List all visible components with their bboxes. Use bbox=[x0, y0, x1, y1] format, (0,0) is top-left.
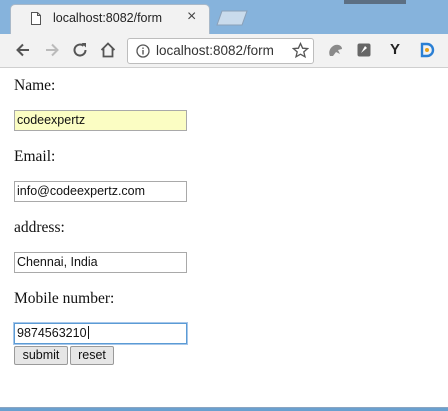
star-icon[interactable] bbox=[292, 42, 309, 59]
info-icon[interactable] bbox=[136, 44, 150, 58]
forward-icon[interactable] bbox=[43, 41, 61, 59]
window-control-strip bbox=[344, 0, 406, 4]
new-tab-button[interactable] bbox=[216, 10, 248, 26]
address-bar[interactable]: localhost:8082/form bbox=[127, 38, 314, 64]
page-content: Name: codeexpertz Email: info@codeexpert… bbox=[0, 68, 448, 407]
address-input[interactable]: Chennai, India bbox=[14, 252, 187, 273]
close-icon[interactable]: × bbox=[187, 9, 196, 25]
extension-icon[interactable] bbox=[356, 42, 372, 58]
url-text: localhost:8082/form bbox=[156, 43, 274, 58]
name-input[interactable]: codeexpertz bbox=[14, 110, 187, 131]
title-bar: localhost:8082/form × bbox=[0, 0, 448, 34]
email-label: Email: bbox=[14, 148, 56, 165]
address-label: address: bbox=[14, 219, 65, 236]
back-icon[interactable] bbox=[14, 41, 32, 59]
browser-tab[interactable]: localhost:8082/form × bbox=[10, 4, 210, 34]
email-input[interactable]: info@codeexpertz.com bbox=[14, 181, 187, 202]
extension-icon[interactable] bbox=[327, 42, 343, 58]
extension-y-icon[interactable]: Y bbox=[390, 41, 400, 58]
mobile-value: 9874563210 bbox=[17, 326, 87, 340]
mobile-label: Mobile number: bbox=[14, 290, 115, 307]
home-icon[interactable] bbox=[99, 41, 117, 59]
extension-icon[interactable] bbox=[419, 42, 435, 58]
text-caret bbox=[87, 326, 89, 339]
tab-title: localhost:8082/form bbox=[53, 11, 163, 25]
mobile-input[interactable]: 9874563210 bbox=[14, 323, 187, 344]
submit-button[interactable]: submit bbox=[14, 346, 68, 365]
reload-icon[interactable] bbox=[71, 41, 89, 59]
reset-button[interactable]: reset bbox=[70, 346, 114, 365]
name-label: Name: bbox=[14, 77, 56, 94]
browser-toolbar: localhost:8082/form Y bbox=[0, 34, 448, 68]
browser-window: localhost:8082/form × localhost:8082/for… bbox=[0, 0, 448, 408]
page-icon bbox=[31, 12, 41, 25]
